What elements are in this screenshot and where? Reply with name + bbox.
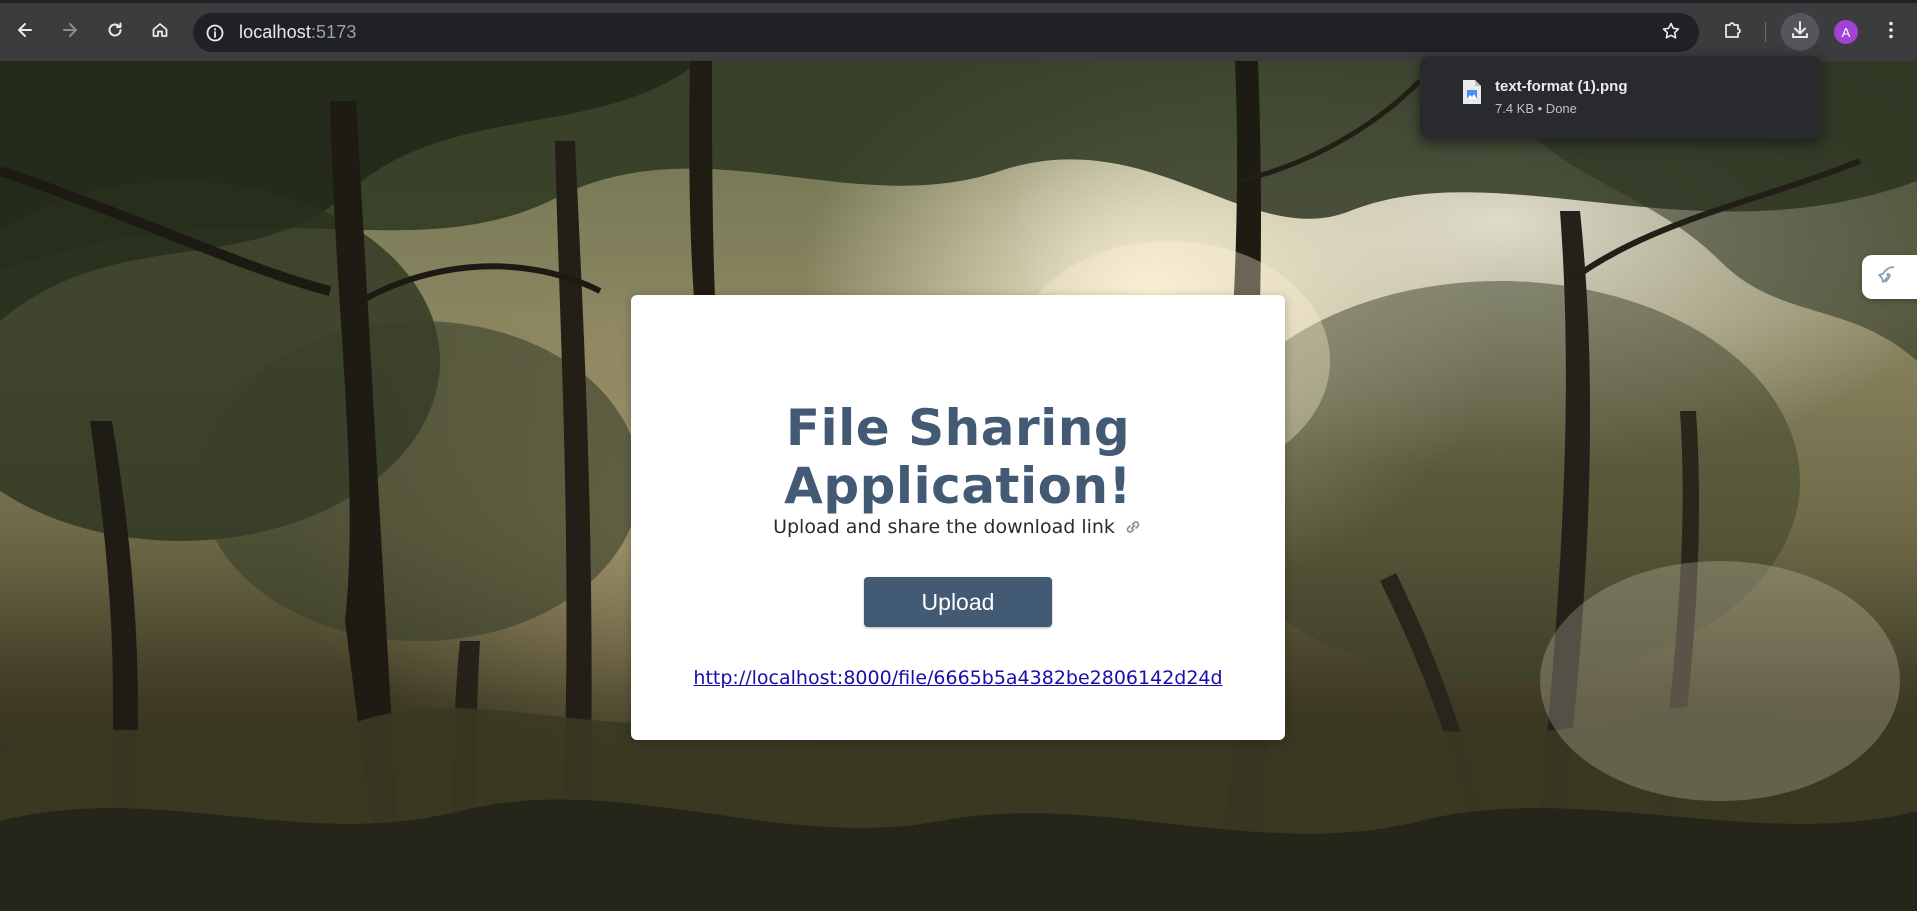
- url-host: localhost: [239, 22, 311, 42]
- bookmark-button[interactable]: [1657, 19, 1685, 47]
- upload-button[interactable]: Upload: [864, 577, 1052, 627]
- page-background: File Sharing Application! Upload and sha…: [0, 61, 1917, 911]
- download-file-name[interactable]: text-format (1).png: [1495, 78, 1628, 95]
- image-file-icon[interactable]: [1461, 78, 1483, 106]
- link-icon: [1123, 517, 1143, 537]
- page-title: File Sharing Application!: [784, 399, 1132, 515]
- info-icon[interactable]: [203, 21, 227, 45]
- subtitle: Upload and share the download link: [631, 516, 1285, 538]
- url-text[interactable]: localhost:5173: [239, 22, 357, 43]
- subtitle-text: Upload and share the download link: [773, 516, 1115, 538]
- rocket-icon: [1874, 263, 1898, 292]
- url-port: :5173: [310, 22, 357, 42]
- downloads-button[interactable]: [1781, 13, 1819, 51]
- home-button[interactable]: [143, 15, 177, 49]
- side-widget-button[interactable]: [1862, 255, 1917, 299]
- address-bar[interactable]: localhost:5173: [193, 13, 1699, 52]
- home-icon: [150, 20, 170, 45]
- download-file-meta: 7.4 KB • Done: [1495, 101, 1577, 116]
- toolbar-divider: [1765, 22, 1766, 42]
- puzzle-icon: [1722, 19, 1744, 46]
- forward-button[interactable]: [53, 15, 87, 49]
- star-icon: [1661, 21, 1681, 46]
- reload-button[interactable]: [98, 15, 132, 49]
- browser-menu-button[interactable]: [1872, 13, 1910, 51]
- back-button[interactable]: [8, 15, 42, 49]
- arrow-right-icon: [60, 20, 80, 45]
- arrow-left-icon: [15, 20, 35, 45]
- profile-avatar[interactable]: A: [1834, 20, 1858, 44]
- browser-toolbar: localhost:5173 A: [0, 0, 1917, 61]
- upload-card: File Sharing Application! Upload and sha…: [631, 295, 1285, 740]
- download-link[interactable]: http://localhost:8000/file/6665b5a4382be…: [631, 667, 1285, 689]
- extensions-button[interactable]: [1714, 13, 1752, 51]
- reload-icon: [105, 20, 125, 45]
- kebab-menu-icon: [1880, 19, 1902, 46]
- downloads-bubble: text-format (1).png 7.4 KB • Done: [1420, 56, 1822, 139]
- tab-strip: [0, 0, 1917, 3]
- download-icon: [1789, 19, 1811, 46]
